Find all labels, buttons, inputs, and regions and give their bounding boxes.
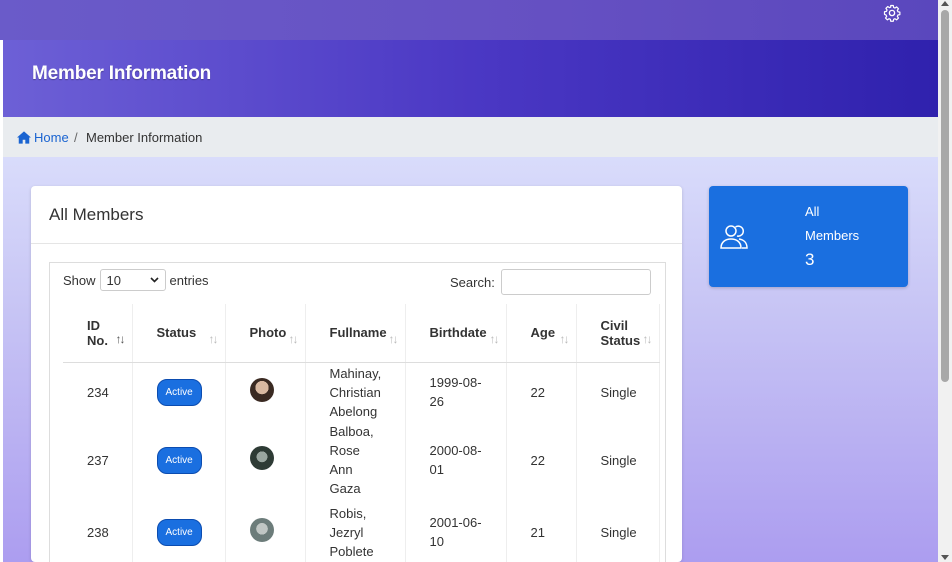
entries-select-value: 10: [106, 272, 121, 288]
all-members-stat-box[interactable]: All Members 3: [709, 186, 908, 287]
search-box: Search:: [450, 269, 651, 295]
card-title: All Members: [49, 205, 144, 224]
scroll-down-arrow-icon[interactable]: [941, 555, 949, 560]
column-header-fullname[interactable]: Fullname ↑↓: [305, 304, 406, 363]
page-title: Member Information: [32, 63, 212, 84]
page-header: Member Information: [3, 40, 938, 117]
cell-birthdate: 1999-08- 26: [405, 362, 507, 422]
cell-status: Active: [132, 422, 226, 498]
cell-birthdate: 2000-08- 01: [405, 422, 507, 498]
breadcrumb-separator: /: [74, 130, 78, 145]
column-header-photo[interactable]: Photo ↑↓: [225, 304, 306, 363]
cell-id: 238: [63, 498, 133, 562]
top-navbar: [0, 0, 938, 40]
page-scrollbar[interactable]: [938, 0, 952, 562]
column-header-civil-status[interactable]: Civil Status ↑↓: [576, 304, 660, 363]
gear-icon[interactable]: [883, 4, 901, 22]
table-header-row: ID No. ↑↓ Status ↑↓ Photo ↑↓ Fullname ↑↓…: [63, 304, 660, 363]
status-badge: Active: [156, 378, 202, 406]
breadcrumb-current: Member Information: [86, 130, 203, 145]
avatar: [249, 377, 274, 402]
stat-label: All Members: [805, 204, 860, 243]
breadcrumb-home-label[interactable]: Home: [34, 130, 69, 145]
status-badge: Active: [156, 446, 202, 474]
members-table: ID No. ↑↓ Status ↑↓ Photo ↑↓ Fullname ↑↓…: [63, 304, 660, 562]
search-label: Search:: [450, 274, 495, 290]
cell-photo: [225, 498, 306, 562]
cell-age: 21: [506, 498, 577, 562]
cell-status: Active: [132, 362, 226, 422]
sort-icon: ↑↓: [388, 332, 399, 346]
cell-photo: [225, 362, 306, 422]
column-header-id[interactable]: ID No. ↑↓: [63, 304, 133, 363]
members-table-container: Show 10 entries Search: ID No. ↑↓ Status…: [49, 262, 666, 562]
column-header-age[interactable]: Age ↑↓: [506, 304, 577, 363]
card-divider: [31, 243, 682, 244]
cell-status: Active: [132, 498, 226, 562]
show-entries: Show 10 entries: [63, 269, 209, 291]
breadcrumb: Home / Member Information: [3, 117, 938, 157]
sort-icon: ↑↓: [642, 332, 653, 346]
status-badge: Active: [156, 518, 202, 546]
home-icon: [17, 131, 31, 144]
entries-select[interactable]: 10: [99, 269, 166, 291]
cell-birthdate: 2001-06- 10: [405, 498, 507, 562]
search-input[interactable]: [500, 269, 651, 295]
sort-asc-icon: ↑↓: [115, 332, 126, 346]
cell-fullname: Balboa, Rose Ann Gaza: [305, 422, 406, 498]
cell-age: 22: [506, 422, 577, 498]
users-icon: [720, 225, 748, 249]
sort-icon: ↑↓: [489, 332, 500, 346]
sort-icon: ↑↓: [288, 332, 299, 346]
table-row: 238 Active Robis, Jezryl Poblete 2001-06…: [63, 498, 660, 562]
cell-fullname: Mahinay, Christian Abelong: [305, 362, 406, 422]
chevron-down-icon: [149, 277, 159, 283]
cell-civil-status: Single: [576, 362, 660, 422]
entries-label: entries: [169, 272, 209, 288]
avatar: [249, 445, 274, 470]
avatar: [249, 517, 274, 542]
cell-id: 237: [63, 422, 133, 498]
column-header-birthdate[interactable]: Birthdate ↑↓: [405, 304, 507, 363]
members-card: All Members Show 10 entries Search: ID N…: [31, 186, 682, 562]
cell-age: 22: [506, 362, 577, 422]
table-row: 237 Active Balboa, Rose Ann Gaza 2000-08…: [63, 422, 660, 498]
table-row: 234 Active Mahinay, Christian Abelong 19…: [63, 362, 660, 422]
cell-id: 234: [63, 362, 133, 422]
sort-icon: ↑↓: [208, 332, 219, 346]
scrollbar-thumb[interactable]: [941, 10, 949, 382]
cell-civil-status: Single: [576, 498, 660, 562]
column-header-status[interactable]: Status ↑↓: [132, 304, 226, 363]
sort-icon: ↑↓: [559, 332, 570, 346]
breadcrumb-home-link[interactable]: Home: [17, 130, 69, 145]
show-label: Show: [63, 272, 96, 288]
cell-photo: [225, 422, 306, 498]
cell-fullname: Robis, Jezryl Poblete: [305, 498, 406, 562]
scroll-up-arrow-icon[interactable]: [941, 1, 949, 6]
cell-civil-status: Single: [576, 422, 660, 498]
stat-value: 3: [805, 250, 815, 269]
